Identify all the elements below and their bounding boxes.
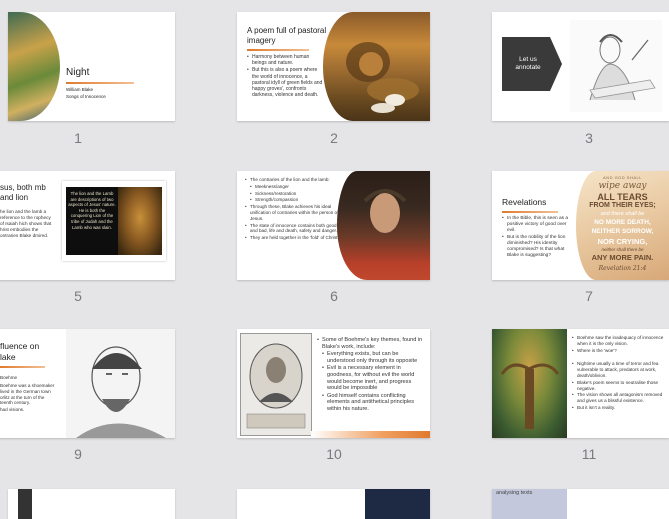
dark-image-block xyxy=(365,489,430,519)
verse-line: ALL TEARS xyxy=(597,192,648,202)
slide-body-2: Boehme was a shoemaker lived in the Germ… xyxy=(0,383,55,406)
face-shape xyxy=(363,189,407,233)
slide-thumbnail-2[interactable]: A poem full of pastoral imagery Harmony … xyxy=(237,12,430,121)
sketch-portrait-writer xyxy=(570,20,662,112)
slide-thumbnail-1[interactable]: Night William Blake Songs of Innocence xyxy=(8,12,175,121)
verse-line: neither shall there be xyxy=(601,247,644,252)
slide-thumbnail-10[interactable]: Some of Boehme's key themes, found in Bl… xyxy=(237,329,430,438)
slide-number-10: 10 xyxy=(326,446,342,462)
slide-number-6: 6 xyxy=(330,288,338,304)
slide-thumbnail-7[interactable]: Revelations In the Bible, this is seen a… xyxy=(492,171,669,280)
lion-silhouette xyxy=(346,42,419,113)
revelation-verse-image: AND GOD SHALL wipe away ALL TEARS FROM T… xyxy=(576,171,669,280)
slide-bullets: In the Bible, this is seen as a positive… xyxy=(502,216,572,260)
arrow-label: Let us annotate xyxy=(515,56,541,71)
slide-thumbnail-8[interactable]: fluence on lake Boehme Boehme was a shoe… xyxy=(0,329,175,438)
slide-author: William Blake xyxy=(66,87,94,92)
lion-caption-box: The lion and the Lamb are descriptions o… xyxy=(62,181,166,261)
slide-bullets: Some of Boehme's key themes, found in Bl… xyxy=(317,337,427,414)
slide-number-3: 3 xyxy=(585,130,593,146)
verse-line: NEITHER SORROW, xyxy=(591,228,654,235)
slide-title: sus, both mb and lion xyxy=(0,183,46,202)
slide-thumbnail-4[interactable]: sus, both mb and lion he lion and the la… xyxy=(0,171,175,280)
verse-line: and there shall be xyxy=(600,211,645,217)
slide-thumbnail-11[interactable]: Boehme saw the inadequacy of innocence w… xyxy=(492,329,669,438)
slide-body-3: had visions. xyxy=(0,407,25,412)
verse-line: NO MORE DEATH, xyxy=(594,219,651,226)
slide-number-7: 7 xyxy=(585,288,593,304)
slide-bullets: Harmony between human beings and nature.… xyxy=(247,54,325,99)
boehme-portrait-engraving xyxy=(240,333,312,436)
engraved-face xyxy=(76,346,166,438)
footer-gradient-bar xyxy=(311,431,430,438)
slide-thumbnail-3[interactable]: Let us annotate xyxy=(492,12,669,121)
slide-title: Revelations xyxy=(502,197,547,207)
verse-line: NOR CRYING, xyxy=(597,237,648,246)
boehme-engraving xyxy=(66,329,175,438)
slide-thumbnail-12[interactable] xyxy=(8,489,175,519)
dark-image-strip xyxy=(18,489,32,519)
slide-subtitle: Songs of Innocence xyxy=(66,94,106,99)
title-underline xyxy=(66,82,134,84)
slide-thumbnail-13[interactable] xyxy=(237,489,430,519)
portrait-oval xyxy=(246,343,306,429)
slide-title: A poem full of pastoral imagery xyxy=(247,26,327,45)
verse-line: wipe away xyxy=(598,181,647,191)
verse-line: AND GOD SHALL xyxy=(603,175,642,180)
slide-bullets: The contraries of the lion and the lamb:… xyxy=(245,177,343,242)
lion-photo xyxy=(118,187,162,255)
slide-title: Night xyxy=(66,67,90,78)
slide-thumbnail-6[interactable]: The contraries of the lion and the lamb:… xyxy=(237,171,430,280)
slide-title: fluence on lake xyxy=(0,341,40,362)
title-underline xyxy=(502,211,558,213)
tree-trunk xyxy=(500,363,560,429)
caption-text: The lion and the Lamb are descriptions o… xyxy=(68,191,116,230)
slide-label: analysing texts xyxy=(496,490,533,496)
lion-and-lamb-painting xyxy=(323,12,430,121)
slide-body: he lion and the lamb a reference to the … xyxy=(0,209,52,238)
slide-bullets: Boehme saw the inadequacy of innocence w… xyxy=(572,335,668,412)
slide-number-1: 1 xyxy=(74,130,82,146)
tree-of-life-painting xyxy=(492,329,567,438)
verse-reference: Revelation 21:4 xyxy=(598,265,647,272)
slide-number-9-label: 9 xyxy=(74,446,82,462)
illuminated-manuscript-image xyxy=(8,12,60,121)
christ-painting xyxy=(337,171,430,280)
title-underline xyxy=(247,49,309,51)
writer-sketch xyxy=(589,34,656,101)
title-underline xyxy=(0,366,45,368)
verse-line: ANY MORE PAIN. xyxy=(591,253,654,262)
slide-number-5-label: 5 xyxy=(74,288,82,304)
slide-number-2: 2 xyxy=(330,130,338,146)
verse-line: FROM THEIR EYES; xyxy=(589,202,656,209)
slide-thumbnail-14[interactable]: analysing texts xyxy=(492,489,669,519)
slide-number-11: 11 xyxy=(581,446,597,462)
slide-body: Boehme xyxy=(0,375,18,380)
